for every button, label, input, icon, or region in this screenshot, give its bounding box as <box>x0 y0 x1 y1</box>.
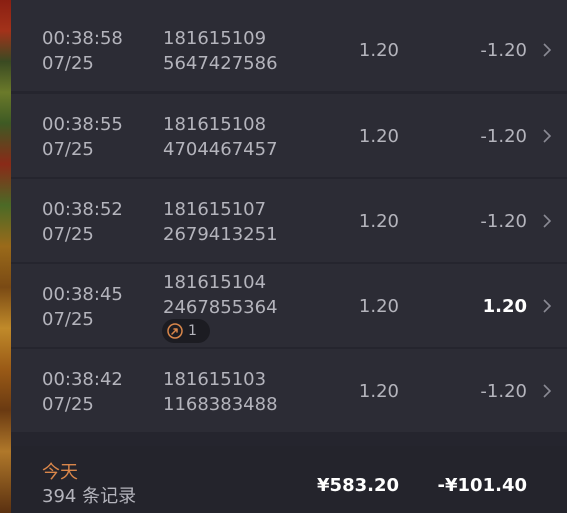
transaction-row[interactable]: 00:38:42 07/25 181615103 1168383488 1.20… <box>11 349 567 432</box>
row-time: 00:38:55 <box>42 114 123 135</box>
row-id: 181615108 <box>163 114 267 135</box>
row-id: 181615103 <box>163 369 267 390</box>
background-image-strip <box>0 0 11 513</box>
chevron-right-icon[interactable] <box>543 129 551 143</box>
row-number: 2467855364 <box>163 297 278 318</box>
row-number: 5647427586 <box>163 53 278 74</box>
row-amount: 1.20 <box>358 126 399 147</box>
today-label: 今天 <box>42 462 78 483</box>
row-date: 07/25 <box>42 139 94 160</box>
total-balance: -¥101.40 <box>437 475 527 496</box>
row-number: 2679413251 <box>163 224 278 245</box>
row-id: 181615109 <box>163 28 267 49</box>
total-amount: ¥583.20 <box>317 475 399 496</box>
row-balance: 1.20 <box>482 296 527 317</box>
row-amount: 1.20 <box>358 211 399 232</box>
transaction-list-panel: 00:38:58 07/25 181615109 5647427586 1.20… <box>0 0 567 513</box>
transaction-row[interactable]: 00:38:55 07/25 181615108 4704467457 1.20… <box>11 94 567 177</box>
row-id: 181615104 <box>163 272 267 293</box>
row-date: 07/25 <box>42 53 94 74</box>
row-time: 00:38:42 <box>42 369 123 390</box>
rocket-icon <box>167 323 183 339</box>
row-time: 00:38:58 <box>42 28 123 49</box>
row-balance: -1.20 <box>480 381 527 402</box>
badge-count: 1 <box>188 323 197 339</box>
transaction-row[interactable]: 00:38:52 07/25 181615107 2679413251 1.20… <box>11 179 567 262</box>
row-balance: -1.20 <box>480 211 527 232</box>
rocket-badge: 1 <box>162 319 210 343</box>
row-amount: 1.20 <box>358 40 399 61</box>
row-time: 00:38:45 <box>42 284 123 305</box>
summary-footer: 今天 394 条记录 ¥583.20 -¥101.40 <box>11 446 567 513</box>
chevron-right-icon[interactable] <box>543 299 551 313</box>
row-balance: -1.20 <box>480 40 527 61</box>
row-number: 4704467457 <box>163 139 278 160</box>
transaction-row[interactable]: 00:38:58 07/25 181615109 5647427586 1.20… <box>11 8 567 91</box>
row-balance: -1.20 <box>480 126 527 147</box>
row-id: 181615107 <box>163 199 267 220</box>
chevron-right-icon[interactable] <box>543 214 551 228</box>
row-date: 07/25 <box>42 224 94 245</box>
row-number: 1168383488 <box>163 394 278 415</box>
row-amount: 1.20 <box>358 381 399 402</box>
chevron-right-icon[interactable] <box>543 384 551 398</box>
chevron-right-icon[interactable] <box>543 43 551 57</box>
transaction-list: 00:38:58 07/25 181615109 5647427586 1.20… <box>11 0 567 440</box>
row-date: 07/25 <box>42 309 94 330</box>
row-time: 00:38:52 <box>42 199 123 220</box>
record-count: 394 条记录 <box>42 486 137 507</box>
row-date: 07/25 <box>42 394 94 415</box>
transaction-row[interactable]: 00:38:45 07/25 181615104 2467855364 1 1.… <box>11 264 567 347</box>
row-amount: 1.20 <box>358 296 399 317</box>
